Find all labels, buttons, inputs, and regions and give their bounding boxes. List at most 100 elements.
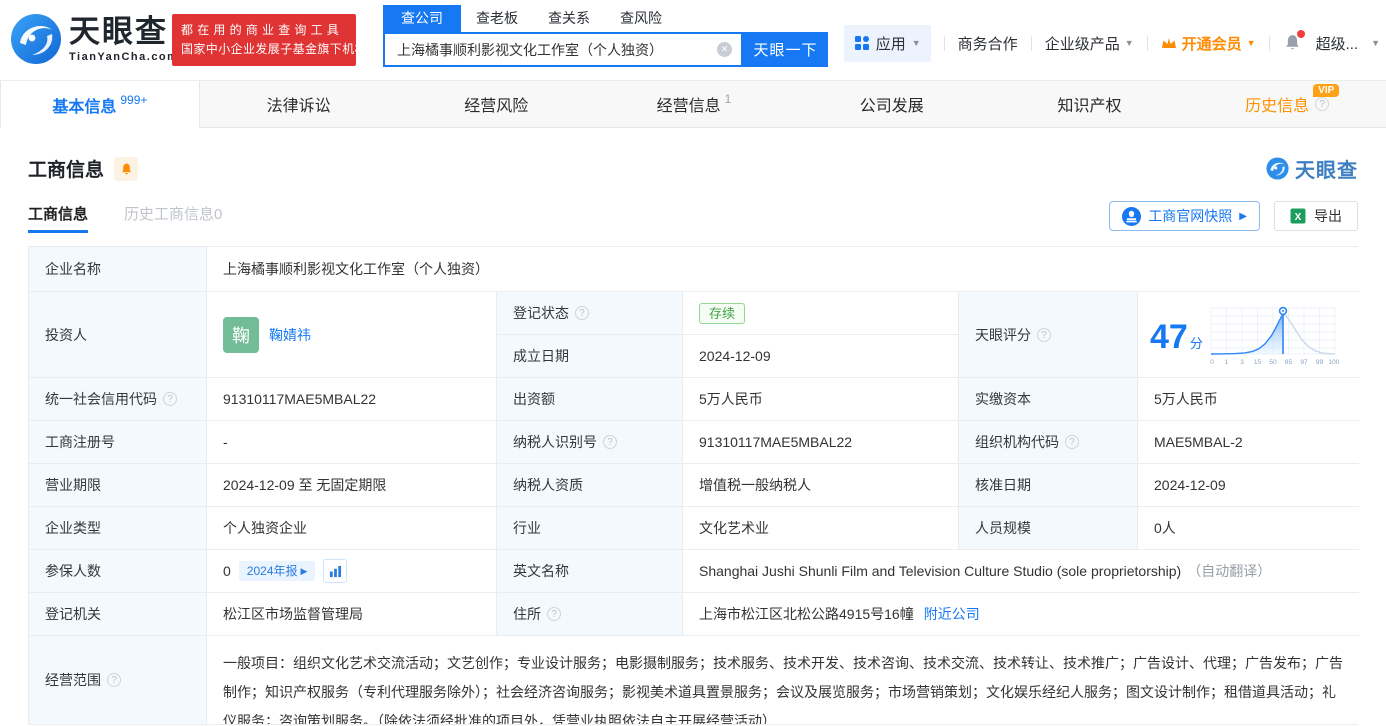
header-menu: 应用 ▼ 商务合作 企业级产品 ▼ 开通会员 ▼ xyxy=(844,25,1380,61)
notification-dot xyxy=(1297,30,1305,38)
search-button[interactable]: 天眼一下 xyxy=(743,32,828,67)
tab-operation-risk[interactable]: 经营风险 xyxy=(397,81,595,127)
stamp-icon xyxy=(1122,207,1141,226)
menu-item-super[interactable]: 超级... xyxy=(1316,33,1359,54)
company-nav-tabs: 基本信息 999+ 法律诉讼 经营风险 经营信息 1 公司发展 知识产权 VIP… xyxy=(0,80,1386,128)
subtab-history-business-info[interactable]: 历史工商信息0 xyxy=(124,203,222,233)
help-icon[interactable] xyxy=(575,306,589,320)
monitor-bell-button[interactable] xyxy=(114,157,138,181)
tab-operation-info[interactable]: 经营信息 1 xyxy=(595,81,793,127)
field-value-approval-date: 2024-12-09 xyxy=(1138,464,1359,507)
auto-translate-note: （自动翻译） xyxy=(1187,561,1271,581)
menu-item-enterprise[interactable]: 企业级产品 ▼ xyxy=(1045,33,1134,54)
svg-text:3: 3 xyxy=(1240,359,1244,366)
field-label-establish-date: 成立日期 xyxy=(497,335,683,378)
tab-history-info[interactable]: VIP 历史信息 xyxy=(1188,81,1386,127)
search-input[interactable] xyxy=(385,34,741,65)
search-tab-relation[interactable]: 查关系 xyxy=(533,5,605,32)
help-icon[interactable] xyxy=(107,673,121,687)
tab-label: 知识产权 xyxy=(1057,92,1121,116)
search-tab-risk[interactable]: 查风险 xyxy=(605,5,677,32)
tab-intellectual-property[interactable]: 知识产权 xyxy=(991,81,1189,127)
help-icon[interactable] xyxy=(603,435,617,449)
tab-company-development[interactable]: 公司发展 xyxy=(793,81,991,127)
tab-count: 999+ xyxy=(120,93,147,107)
tianyancha-page: 天眼查 TianYanCha.com 都在用的商业查询工具 国家中小企业发展子基… xyxy=(0,0,1386,726)
field-label-registration-authority: 登记机关 xyxy=(29,593,207,636)
field-value-reg-number: - xyxy=(207,421,497,464)
label-text: 行业 xyxy=(513,518,541,538)
registration-authority: 松江区市场监督管理局 xyxy=(223,604,363,624)
menu-item-cooperation[interactable]: 商务合作 xyxy=(958,33,1018,54)
chevron-down-icon[interactable]: ▼ xyxy=(1371,38,1380,48)
score-unit: 分 xyxy=(1190,333,1203,352)
apps-menu-label: 应用 xyxy=(876,33,906,54)
annual-report-badge[interactable]: 2024年报 ▶ xyxy=(239,561,316,581)
help-icon[interactable] xyxy=(547,607,561,621)
chevron-down-icon: ▼ xyxy=(1125,38,1134,48)
field-label-org-code: 组织机构代码 xyxy=(959,421,1138,464)
tianyancha-logo[interactable]: 天眼查 TianYanCha.com xyxy=(10,13,178,65)
search-box: ✕ xyxy=(383,32,743,67)
export-label: 导出 xyxy=(1314,206,1342,226)
field-value-company-name: 上海橘事顺利影视文化工作室（个人独资） xyxy=(207,247,1359,292)
svg-text:1: 1 xyxy=(1225,359,1229,366)
field-value-company-type: 个人独资企业 xyxy=(207,507,497,550)
search-area: 查公司 查老板 查关系 查风险 ✕ 天眼一下 xyxy=(383,5,828,67)
tab-label: 经营风险 xyxy=(464,92,528,116)
subtab-business-info[interactable]: 工商信息 xyxy=(28,203,88,233)
label-text: 成立日期 xyxy=(513,346,569,366)
field-label-approval-date: 核准日期 xyxy=(959,464,1138,507)
chevron-down-icon: ▼ xyxy=(912,38,921,48)
table-actions: 工商官网快照 ▶ X 导出 xyxy=(1109,201,1358,233)
nearby-companies-link[interactable]: 附近公司 xyxy=(924,604,980,624)
help-icon[interactable] xyxy=(163,392,177,406)
clear-search-icon[interactable]: ✕ xyxy=(717,42,732,57)
search-tab-boss[interactable]: 查老板 xyxy=(461,5,533,32)
field-label-company-type: 企业类型 xyxy=(29,507,207,550)
tab-count: 1 xyxy=(725,92,732,106)
svg-text:97: 97 xyxy=(1300,359,1308,366)
svg-text:100: 100 xyxy=(1328,359,1338,366)
field-value-industry: 文化艺术业 xyxy=(683,507,959,550)
field-label-taxpayer-id: 纳税人识别号 xyxy=(497,421,683,464)
business-info-table: 企业名称 上海橘事顺利影视文化工作室（个人独资） 投资人 鞠 鞠婧祎 登记状态 … xyxy=(28,246,1358,725)
apps-menu-button[interactable]: 应用 ▼ xyxy=(844,25,931,62)
label-text: 出资额 xyxy=(513,389,555,409)
english-name: Shanghai Jushi Shunli Film and Televisio… xyxy=(699,563,1181,579)
divider xyxy=(1031,36,1032,51)
tab-basic-info[interactable]: 基本信息 999+ xyxy=(0,81,200,128)
tab-label: 基本信息 xyxy=(52,93,116,117)
tab-label: 经营信息 xyxy=(657,92,721,116)
field-value-registration-authority: 松江区市场监督管理局 xyxy=(207,593,497,636)
help-icon[interactable] xyxy=(1037,328,1051,342)
watermark-text: 天眼查 xyxy=(1295,154,1358,183)
establish-date: 2024-12-09 xyxy=(699,348,771,364)
paid-capital: 5万人民币 xyxy=(1154,389,1218,409)
search-tab-company[interactable]: 查公司 xyxy=(383,5,461,32)
menu-item-vip[interactable]: 开通会员 ▼ xyxy=(1161,33,1256,54)
field-value-business-scope: 一般项目：组织文化艺术交流活动；文艺创作；专业设计服务；电影摄制服务；技术服务、… xyxy=(207,636,1359,724)
field-label-credit-code: 统一社会信用代码 xyxy=(29,378,207,421)
investor-name-link[interactable]: 鞠婧祎 xyxy=(269,325,311,345)
help-icon[interactable] xyxy=(1315,97,1329,111)
insured-count: 0 xyxy=(223,563,231,579)
notifications-bell-icon[interactable] xyxy=(1283,33,1303,53)
export-button[interactable]: X 导出 xyxy=(1274,201,1358,231)
tab-legal[interactable]: 法律诉讼 xyxy=(200,81,398,127)
super-label: 超级... xyxy=(1316,33,1359,54)
search-tabs: 查公司 查老板 查关系 查风险 xyxy=(383,5,828,32)
staff-size: 0人 xyxy=(1154,518,1176,538)
field-value-credit-code: 91310117MAE5MBAL22 xyxy=(207,378,497,421)
official-snapshot-button[interactable]: 工商官网快照 ▶ xyxy=(1109,201,1260,231)
company-name: 上海橘事顺利影视文化工作室（个人独资） xyxy=(223,259,489,279)
label-text: 统一社会信用代码 xyxy=(45,389,157,409)
field-label-investor: 投资人 xyxy=(29,292,207,378)
status-badge: 存续 xyxy=(699,303,745,324)
investor-avatar[interactable]: 鞠 xyxy=(223,317,259,353)
brand-name: 天眼查 xyxy=(69,14,178,50)
insured-trend-chart-button[interactable] xyxy=(323,559,347,583)
help-icon[interactable] xyxy=(1065,435,1079,449)
field-value-insured-count: 0 2024年报 ▶ xyxy=(207,550,497,593)
label-text: 英文名称 xyxy=(513,561,569,581)
